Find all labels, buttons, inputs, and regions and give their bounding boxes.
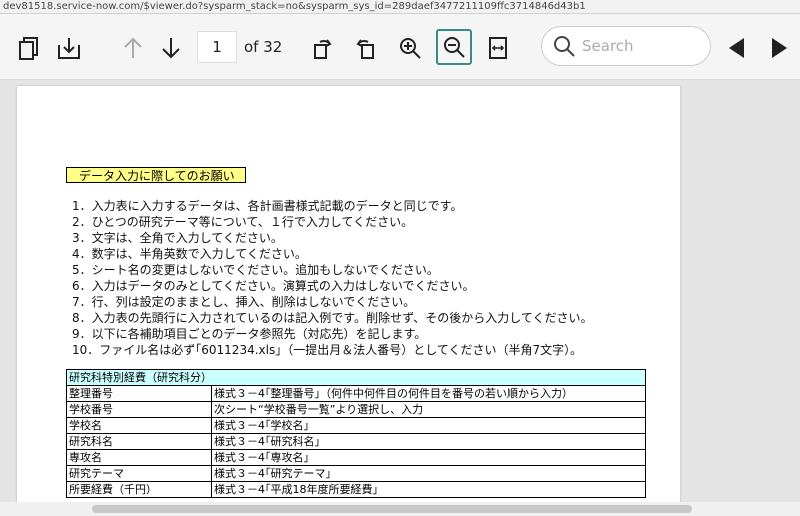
table-row: 研究科名 様式３－4｢研究科名｣ — [66, 433, 646, 450]
table-row: 学校名 様式３－4｢学校名｣ — [66, 417, 646, 434]
ref-cell: 様式３－4｢整理番号｣（何件中何件目の何件目を番号の若い順から入力） — [211, 385, 646, 402]
list-item: 5．シート名の変更はしないでください。追加もしないでください。 — [72, 263, 439, 277]
ref-cell: 様式３－4｢平成18年度所要経費｣ — [211, 481, 646, 498]
ref-cell: 様式３－4｢専攻名｣ — [211, 449, 646, 466]
document-viewer: データ入力に際してのお願い 1．入力表に入力するデータは、各計画書様式記載のデー… — [0, 80, 800, 516]
search-input[interactable]: Search — [582, 37, 634, 55]
field-cell: 整理番号 — [66, 385, 212, 402]
scrollbar-thumb[interactable] — [92, 505, 692, 513]
rotate-clockwise-icon[interactable] — [305, 31, 339, 65]
download-icon[interactable] — [52, 31, 86, 65]
table-header: 研究科特別経費（研究科分） — [66, 369, 646, 386]
field-cell: 学校番号 — [66, 401, 212, 418]
search-icon — [554, 36, 575, 57]
search-next-icon[interactable] — [762, 31, 796, 65]
instruction-list: 1．入力表に入力するデータは、各計画書様式記載のデータと同じです。 2．ひとつの… — [72, 198, 593, 358]
table-row: 所要経費（千円） 様式３－4｢平成18年度所要経費｣ — [66, 481, 646, 498]
reference-table: 研究科特別経費（研究科分） 整理番号 様式３－4｢整理番号｣（何件中何件目の何件目… — [66, 369, 646, 498]
zoom-out-icon[interactable] — [436, 29, 472, 65]
next-page-icon[interactable] — [154, 31, 188, 65]
search-previous-icon[interactable] — [720, 31, 754, 65]
address-bar[interactable]: dev81518.service-now.com/$viewer.do?sysp… — [0, 0, 800, 14]
list-item: 7．行、列は設定のままとし、挿入、削除はしないでください。 — [72, 295, 416, 309]
rotate-counterclockwise-icon[interactable] — [349, 31, 383, 65]
ref-cell: 様式３－4｢学校名｣ — [211, 417, 646, 434]
zoom-in-icon[interactable] — [393, 31, 427, 65]
fit-width-icon[interactable] — [481, 31, 515, 65]
field-cell: 所要経費（千円） — [66, 481, 212, 498]
previous-page-icon[interactable] — [116, 31, 150, 65]
field-cell: 研究科名 — [66, 433, 212, 450]
pdf-page: データ入力に際してのお願い 1．入力表に入力するデータは、各計画書様式記載のデー… — [17, 86, 680, 516]
field-cell: 専攻名 — [66, 449, 212, 466]
page-total-label: of 32 — [244, 38, 283, 56]
list-item: 6．入力はデータのみとしてください。演算式の入力はしないでください。 — [72, 279, 475, 293]
list-item: 4．数字は、半角英数で入力してください。 — [72, 247, 307, 261]
table-row: 研究テーマ 様式３－4｢研究テーマ｣ — [66, 465, 646, 482]
horizontal-scrollbar[interactable] — [0, 502, 800, 516]
list-item: 2．ひとつの研究テーマ等について、１行で入力してください。 — [72, 215, 414, 229]
notice-title: データ入力に際してのお願い — [66, 167, 246, 183]
table-row: 専攻名 様式３－4｢専攻名｣ — [66, 449, 646, 466]
search-field[interactable]: Search — [541, 26, 711, 66]
pdf-toolbar: 1 of 32 Search — [0, 14, 800, 80]
list-item: 3．文字は、全角で入力してください。 — [72, 231, 283, 245]
field-cell: 研究テーマ — [66, 465, 212, 482]
table-row: 整理番号 様式３－4｢整理番号｣（何件中何件目の何件目を番号の若い順から入力） — [66, 385, 646, 402]
list-item: 10．ファイル名は必ず｢6011234.xls｣（一提出月＆法人番号）としてくだ… — [72, 343, 583, 357]
field-cell: 学校名 — [66, 417, 212, 434]
table-header-row: 研究科特別経費（研究科分） — [66, 369, 646, 386]
ref-cell: 次シート“学校番号一覧”より選択し、入力 — [211, 401, 646, 418]
thumbnails-icon[interactable] — [12, 31, 46, 65]
table-row: 学校番号 次シート“学校番号一覧”より選択し、入力 — [66, 401, 646, 418]
ref-cell: 様式３－4｢研究科名｣ — [211, 433, 646, 450]
ref-cell: 様式３－4｢研究テーマ｣ — [211, 465, 646, 482]
page-number-input[interactable]: 1 — [197, 31, 237, 63]
list-item: 1．入力表に入力するデータは、各計画書様式記載のデータと同じです。 — [72, 199, 463, 213]
list-item: 8．入力表の先頭行に入力されているのは記入例です。削除せず、その後から入力してく… — [72, 311, 593, 325]
list-item: 9．以下に各補助項目ごとのデータ参照先（対応先）を記します。 — [72, 327, 427, 341]
